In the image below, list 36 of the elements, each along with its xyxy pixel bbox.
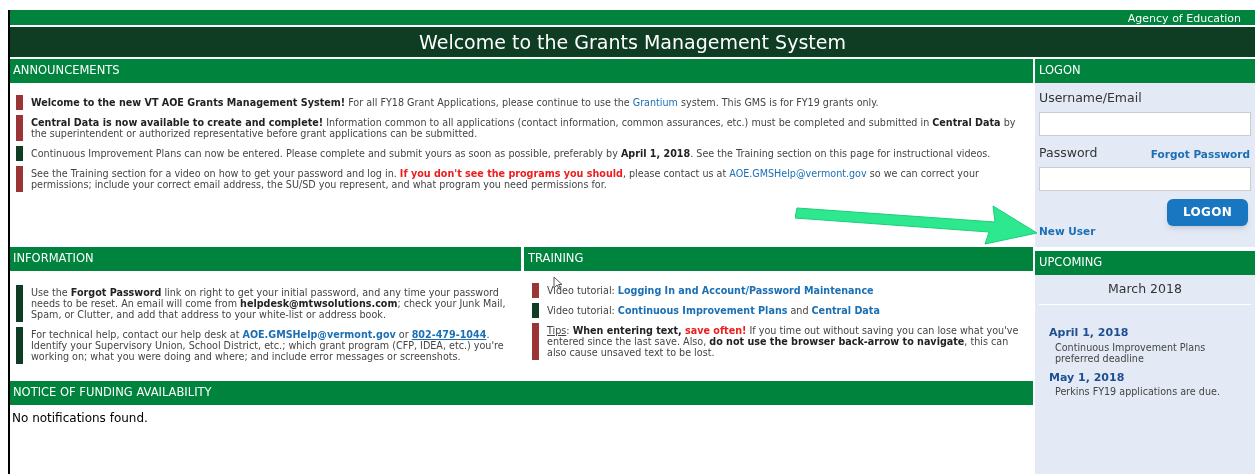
event-description: Perkins FY19 applications are due.	[1054, 386, 1221, 397]
password-field[interactable]	[1039, 166, 1251, 191]
section-header: INFORMATION	[10, 247, 521, 271]
logon-button[interactable]: LOGON	[1167, 198, 1248, 226]
section-header: UPCOMING	[1035, 251, 1255, 275]
link[interactable]: Central Data	[811, 305, 880, 316]
event-date: May 1, 2018	[1049, 369, 1125, 386]
empty-message: No notifications found.	[12, 411, 148, 425]
section-header: NOTICE OF FUNDING AVAILABILITY	[10, 381, 1033, 405]
link[interactable]: Logging In and Account/Password Maintenance	[617, 285, 874, 296]
agency-name: Agency of Education	[1127, 13, 1241, 25]
announcement-text: Tips: When entering text, save often! If you time out without saving you can lose what you've entered since the last save. Also, do not use the browser back-arrow to navigate, this can also cause unsaved text to be lost.	[547, 324, 1020, 360]
announcement-text: Video tutorial: Continuous Improvement Plans and Central Data	[547, 304, 880, 318]
announcement-text: Welcome to the new VT AOE Grants Management System! For all FY18 Grant Applications, please continue to use the Grantium system. This GMS is for FY19 grants only.	[31, 96, 879, 110]
section-header: LOGON	[1035, 59, 1255, 83]
month-label: March 2018	[1108, 280, 1182, 299]
announcement-text: Use the Forgot Password link on right to get your initial password, and any time your password needs to be reset. An email will come from helpdesk@mtwsolutions.com; check your Junk Mail, Spam, or Clutter, and add that address to your white-list or address book.	[31, 286, 507, 322]
event-date: April 1, 2018	[1049, 325, 1129, 341]
link[interactable]: Grantium	[632, 97, 678, 108]
forgot-password-link[interactable]: Forgot Password	[1150, 146, 1250, 163]
field-label: Password	[1039, 143, 1098, 162]
field-label: Username/Email	[1039, 89, 1143, 107]
username-field[interactable]	[1039, 111, 1251, 136]
link[interactable]: AOE.GMSHelp@vermont.gov	[242, 329, 396, 340]
new-user-link[interactable]: New User	[1039, 223, 1096, 240]
link[interactable]: Continuous Improvement Plans	[617, 305, 788, 316]
section-header: TRAINING	[524, 247, 1033, 271]
announcement-text: Continuous Improvement Plans can now be entered. Please complete and submit yours as soon as possible, preferably by April 1, 2018. See the Training section on this page for instructional videos.	[31, 147, 991, 161]
event-description: Continuous Improvement Plans preferred deadline	[1054, 341, 1207, 364]
link[interactable]: AOE.GMSHelp@vermont.gov	[729, 168, 867, 179]
announcement-text: For technical help, contact our help desk at AOE.GMSHelp@vermont.gov or 802-479-1044. Identify your Supervisory Union, School District, etc.; which grant program (CFP, IDEA, etc.) you're working on; what you were doing and where; and include error messages or screenshots.	[31, 328, 505, 364]
section-header: ANNOUNCEMENTS	[10, 59, 1033, 83]
announcement-text: See the Training section for a video on how to get your password and log in. If you don't see the programs you should, please contact us at AOE.GMSHelp@vermont.gov so we can correct your permissions; include your correct email address, the SU/SD you represent, and what program you need permissions for.	[31, 167, 980, 192]
page-title: Welcome to the Grants Management System	[419, 29, 846, 55]
announcement-text: Video tutorial: Logging In and Account/Password Maintenance	[547, 284, 874, 298]
announcement-text: Central Data is now available to create and complete! Information common to all applications (contact information, common assurances, etc.) must be completed and submitted in Central Data by the superintendent or authorized representative before grant applications can be submitted.	[31, 116, 1017, 141]
